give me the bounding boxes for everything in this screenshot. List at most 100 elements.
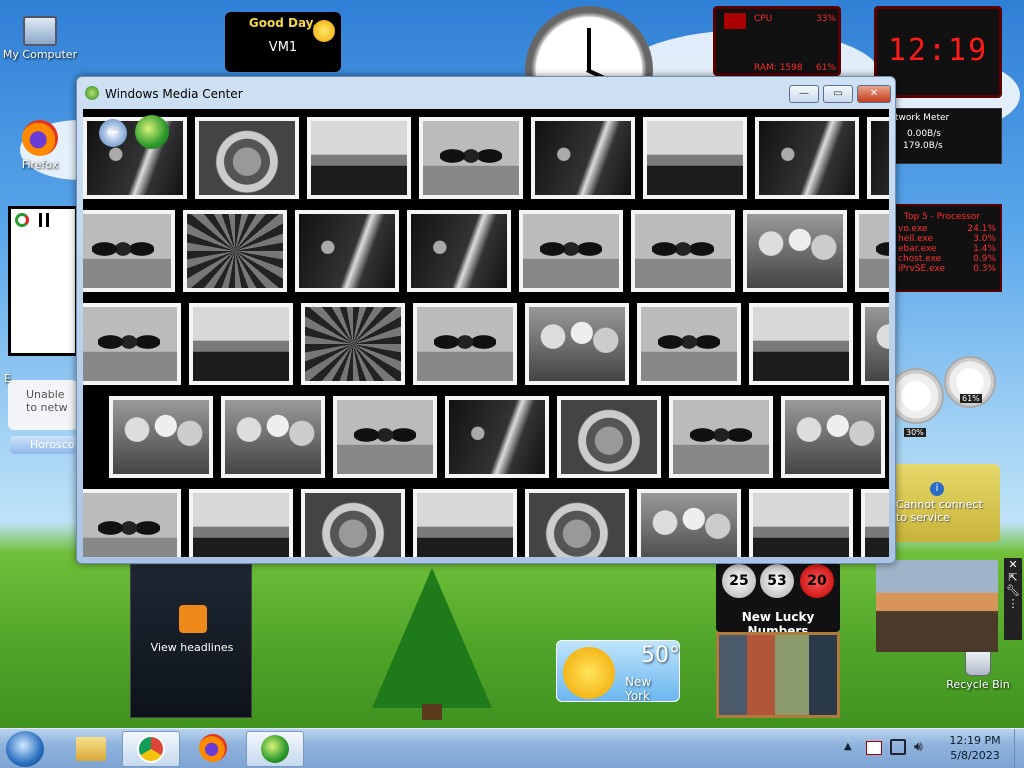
unable-gadget[interactable]: Unable to netw bbox=[8, 380, 78, 430]
greeting-line2: VM1 bbox=[268, 40, 298, 55]
photo-thumbnail-peng[interactable] bbox=[855, 210, 889, 292]
desktop-icon-my-computer[interactable]: My Computer bbox=[0, 12, 80, 61]
photo-thumbnail-tulip[interactable] bbox=[221, 396, 325, 478]
currency-gadget[interactable]: i Cannot connect to service bbox=[890, 464, 1000, 542]
photo-thumbnail-light[interactable] bbox=[643, 117, 747, 199]
show-hidden-icons[interactable]: ▲ bbox=[844, 741, 852, 752]
photo-thumbnail-peng[interactable] bbox=[413, 303, 517, 385]
media-center-window[interactable]: Windows Media Center — ▭ ✕ ← bbox=[76, 76, 896, 564]
photo-thumbnail-jelly[interactable] bbox=[531, 117, 635, 199]
cpu-value: 33% bbox=[816, 14, 837, 24]
taskbar-chrome[interactable] bbox=[122, 731, 180, 767]
photo-thumbnail-peng[interactable] bbox=[669, 396, 773, 478]
photo-thumbnail-flower[interactable] bbox=[183, 210, 287, 292]
action-center-icon[interactable] bbox=[866, 741, 882, 755]
photo-thumbnail-jelly[interactable] bbox=[755, 117, 859, 199]
taskbar-firefox[interactable] bbox=[184, 731, 242, 767]
ram-label: RAM: 1598 bbox=[754, 63, 803, 73]
taskbar-file-explorer[interactable] bbox=[62, 731, 120, 767]
picture-puzzle-gadget[interactable] bbox=[716, 632, 840, 718]
photo-thumbnail-koala[interactable] bbox=[195, 117, 299, 199]
process-value: 0.9% bbox=[973, 254, 996, 264]
currency-message: Cannot connect to service bbox=[896, 498, 983, 524]
photo-thumbnail-peng[interactable] bbox=[419, 117, 523, 199]
photo-thumbnail-light[interactable] bbox=[307, 117, 411, 199]
photo-thumbnail-koala[interactable] bbox=[301, 489, 405, 557]
photo-thumbnail-koala[interactable] bbox=[557, 396, 661, 478]
photo-thumbnail-tulip[interactable] bbox=[109, 396, 213, 478]
media-center-start-button[interactable] bbox=[135, 115, 169, 149]
photo-thumbnail-peng[interactable] bbox=[333, 396, 437, 478]
pause-icon bbox=[39, 213, 49, 227]
photo-thumbnail-jelly[interactable] bbox=[867, 117, 889, 199]
desktop-icon-label: Recycle Bin bbox=[946, 678, 1010, 691]
ram-gauge: 61% bbox=[944, 356, 996, 408]
gadget-toolbar: ✕ ⇱ 🔧︎ ⋮ bbox=[1004, 558, 1022, 640]
photo-thumbnail-jelly[interactable] bbox=[407, 210, 511, 292]
photo-thumbnail-tulip[interactable] bbox=[781, 396, 885, 478]
weather-gadget[interactable]: 50° New York bbox=[556, 640, 680, 703]
start-button[interactable] bbox=[6, 731, 44, 767]
process-list: vo.exe 24.1% hell.exe 3.0% ebar.exe 1.4% chost… bbox=[894, 224, 1000, 274]
slideshow-photo-gadget[interactable] bbox=[876, 560, 998, 652]
gadget-drag-icon[interactable]: ⋮ bbox=[1004, 597, 1022, 610]
network-up: 0.00B/s bbox=[907, 129, 941, 139]
gadget-close-icon[interactable]: ✕ bbox=[1004, 558, 1022, 571]
process-row: chost.exe 0.9% bbox=[894, 254, 1000, 264]
photo-thumbnail-peng[interactable] bbox=[83, 303, 181, 385]
computer-icon bbox=[23, 16, 57, 46]
greeting-gadget[interactable]: Good Day, VM1 bbox=[225, 12, 341, 72]
photo-thumbnail-light[interactable] bbox=[189, 303, 293, 385]
show-desktop-button[interactable] bbox=[1014, 729, 1024, 768]
weather-temp: 50° bbox=[641, 643, 680, 668]
gadget-resize-icon[interactable]: ⇱ bbox=[1004, 571, 1022, 584]
taskbar-media-center[interactable] bbox=[246, 731, 304, 767]
slideshow-gadget[interactable] bbox=[8, 206, 78, 356]
cpu-meter-gadget[interactable]: CPU 33% RAM: 1598 61% bbox=[713, 6, 841, 76]
horoscope-tab[interactable]: Horosco bbox=[10, 436, 76, 454]
photo-thumbnail-light[interactable] bbox=[749, 303, 853, 385]
close-button[interactable]: ✕ bbox=[857, 85, 891, 103]
process-row: iPrvSE.exe 0.3% bbox=[894, 264, 1000, 274]
photo-thumbnail-peng[interactable] bbox=[83, 210, 175, 292]
lucky-numbers-gadget[interactable]: 25 53 20 New Lucky Numbers bbox=[716, 562, 840, 638]
photo-thumbnail-jelly[interactable] bbox=[445, 396, 549, 478]
photo-thumbnail-peng[interactable] bbox=[631, 210, 735, 292]
picture-library[interactable]: ← bbox=[83, 109, 889, 557]
window-titlebar[interactable]: Windows Media Center — ▭ ✕ bbox=[77, 77, 895, 107]
desktop-icon-firefox[interactable]: Firefox bbox=[0, 116, 80, 171]
photo-thumbnail-tulip[interactable] bbox=[637, 489, 741, 557]
photo-thumbnail-light[interactable] bbox=[861, 489, 889, 557]
minimize-button[interactable]: — bbox=[789, 85, 819, 103]
christmas-tree-gadget bbox=[372, 568, 492, 708]
photo-thumbnail-koala[interactable] bbox=[525, 489, 629, 557]
back-button[interactable]: ← bbox=[99, 119, 127, 147]
photo-thumbnail-tulip[interactable] bbox=[743, 210, 847, 292]
desktop-icon-recycle-bin[interactable]: Recycle Bin bbox=[938, 650, 1018, 691]
photo-thumbnail-light[interactable] bbox=[749, 489, 853, 557]
top-processes-gadget[interactable]: Top 5 - Processor vo.exe 24.1% hell.exe 3.0… bbox=[892, 204, 1002, 292]
photo-thumbnail-peng[interactable] bbox=[637, 303, 741, 385]
photo-thumbnail-light[interactable] bbox=[189, 489, 293, 557]
volume-icon[interactable]: 🔊︎ bbox=[914, 739, 923, 755]
photo-thumbnail-jelly[interactable] bbox=[295, 210, 399, 292]
photo-thumbnail-tulip[interactable] bbox=[525, 303, 629, 385]
maximize-button[interactable]: ▭ bbox=[823, 85, 853, 103]
sun-icon bbox=[313, 20, 335, 42]
network-meter-gadget[interactable]: twork Meter 0.00B/s 179.0B/s bbox=[892, 108, 1002, 164]
network-icon[interactable] bbox=[890, 739, 906, 755]
gadget-options-icon[interactable]: 🔧︎ bbox=[1004, 584, 1022, 597]
cpu-chip-icon bbox=[724, 13, 746, 29]
feed-headlines-gadget[interactable]: View headlines bbox=[130, 564, 252, 718]
process-name: vo.exe bbox=[898, 224, 928, 234]
taskbar-clock[interactable]: 12:19 PM 5/8/2023 bbox=[940, 734, 1010, 762]
photo-thumbnail-peng[interactable] bbox=[519, 210, 623, 292]
process-value: 24.1% bbox=[967, 224, 996, 234]
photo-thumbnail-light[interactable] bbox=[413, 489, 517, 557]
photo-thumbnail-flower[interactable] bbox=[301, 303, 405, 385]
photo-thumbnail-tulip[interactable] bbox=[861, 303, 889, 385]
process-name: ebar.exe bbox=[898, 244, 937, 254]
network-down: 179.0B/s bbox=[903, 141, 943, 151]
media-center-icon bbox=[261, 735, 289, 763]
photo-thumbnail-peng[interactable] bbox=[83, 489, 181, 557]
